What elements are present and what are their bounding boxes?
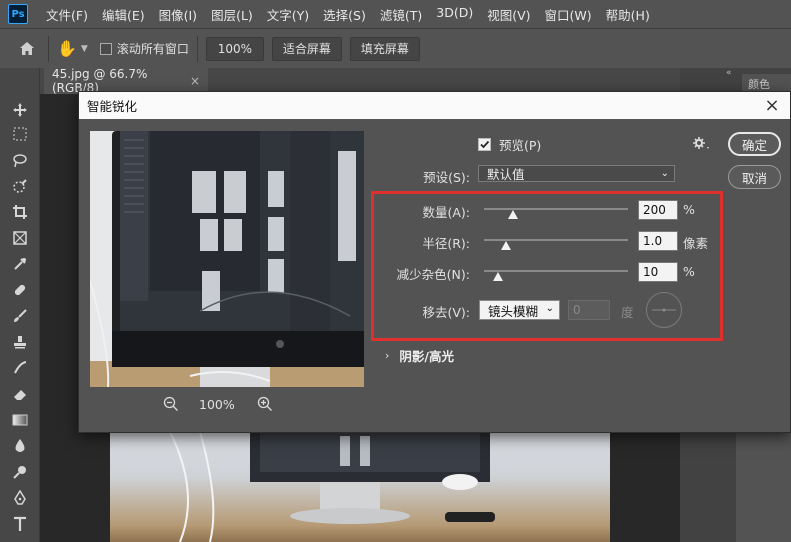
brush-tool-icon[interactable] (10, 306, 30, 326)
move-tool-icon[interactable] (10, 100, 30, 120)
ok-button[interactable]: 确定 (728, 132, 781, 156)
stamp-tool-icon[interactable] (10, 332, 30, 352)
menu-list: 文件(F) 编辑(E) 图像(I) 图层(L) 文字(Y) 选择(S) 滤镜(T… (46, 5, 664, 24)
options-bar: ✋ ▼ 滚动所有窗口 100% 适合屏幕 填充屏幕 (0, 28, 791, 68)
scroll-all-windows-option[interactable]: 滚动所有窗口 (99, 40, 189, 57)
menu-select[interactable]: 选择(S) (323, 5, 366, 24)
close-icon[interactable]: × (762, 95, 782, 116)
menu-window[interactable]: 窗口(W) (545, 5, 592, 24)
dialog-title: 智能锐化 (87, 99, 138, 114)
document-image[interactable] (110, 432, 610, 542)
marquee-tool-icon[interactable] (10, 124, 30, 144)
gradient-tool-icon[interactable] (10, 410, 30, 430)
chevron-right-icon: › (385, 349, 390, 362)
fill-screen-button[interactable]: 填充屏幕 (349, 36, 420, 61)
blur-tool-icon[interactable] (10, 436, 30, 456)
eyedropper-tool-icon[interactable] (10, 254, 30, 274)
menu-type[interactable]: 文字(Y) (267, 5, 309, 24)
preset-label: 预设(S): (423, 170, 470, 185)
collapse-panel-icon[interactable]: « (726, 68, 732, 78)
menu-edit[interactable]: 编辑(E) (102, 5, 145, 24)
history-brush-tool-icon[interactable] (10, 358, 30, 378)
hand-icon: ✋ (57, 39, 77, 58)
chevron-down-icon: ▼ (80, 43, 88, 54)
crop-tool-icon[interactable] (10, 202, 30, 222)
menu-bar: Ps 文件(F) 编辑(E) 图像(I) 图层(L) 文字(Y) 选择(S) 滤… (0, 0, 791, 28)
zoom-out-icon[interactable] (163, 396, 179, 412)
highlight-annotation-box (371, 191, 723, 341)
zoom-level: 100% (199, 396, 235, 412)
tools-panel (0, 68, 40, 542)
divider (48, 35, 49, 62)
fit-screen-button[interactable]: 适合屏幕 (271, 36, 342, 61)
photoshop-logo: Ps (8, 4, 28, 24)
menu-filter[interactable]: 滤镜(T) (380, 5, 422, 24)
dialog-title-bar[interactable]: 智能锐化 × (79, 92, 790, 119)
shadows-highlights-toggle[interactable]: › 阴影/高光 (385, 346, 454, 365)
hand-tool-preset[interactable]: ✋ ▼ (57, 39, 88, 58)
close-tab-icon[interactable]: × (190, 74, 200, 88)
lasso-tool-icon[interactable] (10, 150, 30, 170)
chevron-down-icon: ⌄ (660, 168, 669, 179)
preview-label: 预览(P) (499, 138, 542, 153)
type-tool-icon[interactable] (10, 514, 30, 534)
quick-selection-tool-icon[interactable] (10, 176, 30, 196)
cancel-button[interactable]: 取消 (728, 165, 781, 189)
menu-file[interactable]: 文件(F) (46, 5, 88, 24)
settings-gear-icon[interactable] (692, 136, 712, 152)
pen-tool-icon[interactable] (10, 488, 30, 508)
preset-dropdown[interactable]: 默认值 ⌄ (478, 165, 675, 182)
preview-checkbox[interactable] (478, 138, 491, 151)
menu-view[interactable]: 视图(V) (487, 5, 530, 24)
preview-checkbox-row[interactable]: 预览(P) (478, 135, 541, 154)
preset-value: 默认值 (487, 167, 525, 182)
menu-3d[interactable]: 3D(D) (436, 5, 473, 24)
healing-brush-tool-icon[interactable] (10, 280, 30, 300)
preview-zoom-controls: 100% (163, 394, 323, 414)
dodge-tool-icon[interactable] (10, 462, 30, 482)
scroll-all-label: 滚动所有窗口 (116, 42, 189, 56)
menu-image[interactable]: 图像(I) (159, 5, 197, 24)
color-panel-tab-label: 颜色 (748, 78, 770, 91)
preview-window[interactable] (90, 131, 364, 387)
zoom-100-button[interactable]: 100% (205, 36, 264, 61)
shadows-highlights-label: 阴影/高光 (399, 349, 454, 364)
scroll-all-checkbox[interactable] (99, 42, 112, 55)
frame-tool-icon[interactable] (10, 228, 30, 248)
divider (196, 35, 198, 62)
menu-layer[interactable]: 图层(L) (211, 5, 253, 24)
menu-help[interactable]: 帮助(H) (606, 5, 650, 24)
eraser-tool-icon[interactable] (10, 384, 30, 404)
home-icon[interactable] (14, 36, 40, 62)
zoom-in-icon[interactable] (257, 396, 273, 412)
